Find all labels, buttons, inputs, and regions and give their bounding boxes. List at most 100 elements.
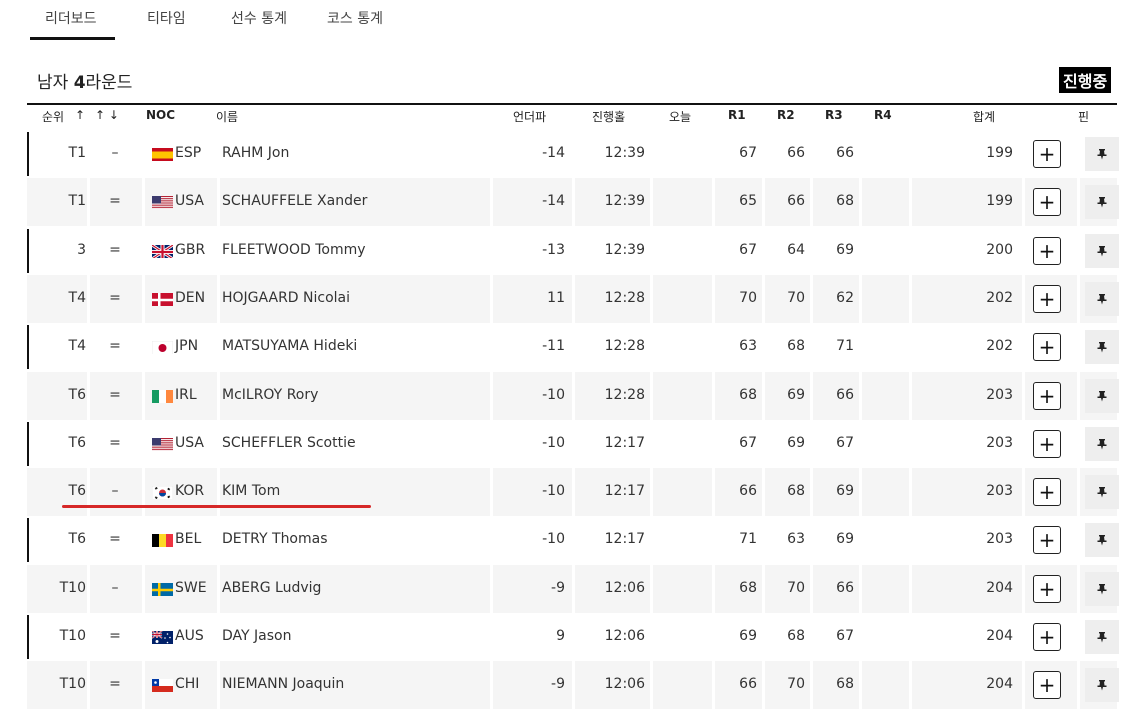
tab-course-stats[interactable]: 코스 통계 bbox=[327, 8, 383, 28]
header-r1[interactable]: R1 bbox=[728, 108, 746, 122]
pin-button[interactable] bbox=[1085, 185, 1119, 220]
column-divider bbox=[1022, 564, 1025, 613]
header-rank[interactable]: 순위 bbox=[42, 108, 64, 125]
total-cell: 204 bbox=[986, 676, 1013, 693]
total-cell: 199 bbox=[986, 193, 1013, 210]
expand-player-button[interactable]: + bbox=[1033, 574, 1061, 603]
table-row[interactable]: T10 = AUS DAY Jason 9 12:06 69 68 67 204 + bbox=[27, 613, 1119, 661]
pin-button[interactable] bbox=[1085, 330, 1119, 365]
pin-button[interactable] bbox=[1085, 281, 1119, 316]
expand-player-button[interactable]: + bbox=[1033, 381, 1061, 410]
table-row[interactable]: 3 = GBR FLEETWOOD Tommy -13 12:39 67 64 69 200 + bbox=[27, 227, 1119, 275]
tab-leaderboard[interactable]: 리더보드 bbox=[45, 8, 97, 28]
flag-chi-icon bbox=[152, 678, 173, 693]
pin-button[interactable] bbox=[1085, 523, 1119, 558]
table-row[interactable]: T4 = DEN HOJGAARD Nicolai 11 12:28 70 70 62 202 + bbox=[27, 274, 1119, 323]
header-r2[interactable]: R2 bbox=[777, 108, 795, 122]
column-divider bbox=[762, 468, 765, 517]
pin-button[interactable] bbox=[1085, 620, 1119, 654]
table-row[interactable]: T6 – KOR KIM Tom -10 12:17 66 68 69 203 + bbox=[27, 468, 1119, 517]
r3-cell: 69 bbox=[836, 241, 854, 258]
expand-player-button[interactable]: + bbox=[1033, 333, 1061, 362]
header-today[interactable]: 오늘 bbox=[669, 108, 691, 125]
column-divider bbox=[712, 178, 715, 227]
position-change-cell: = bbox=[109, 289, 121, 306]
table-row[interactable]: T6 = BEL DETRY Thomas -10 12:17 71 63 69 203 + bbox=[27, 516, 1119, 564]
column-divider bbox=[142, 468, 145, 517]
player-name-cell: FLEETWOOD Tommy bbox=[222, 241, 366, 258]
rank-cell: T6 bbox=[68, 434, 86, 451]
pin-button[interactable] bbox=[1085, 668, 1119, 703]
row-left-border bbox=[27, 518, 29, 563]
expand-player-button[interactable]: + bbox=[1033, 140, 1061, 168]
column-divider bbox=[650, 274, 653, 323]
pin-button[interactable] bbox=[1085, 571, 1119, 606]
pin-button[interactable] bbox=[1085, 233, 1119, 268]
column-divider bbox=[810, 661, 813, 710]
sort-up-icon[interactable]: ↑ bbox=[75, 108, 85, 122]
pin-button[interactable] bbox=[1085, 137, 1119, 171]
expand-player-button[interactable]: + bbox=[1033, 623, 1061, 651]
tab-tee-times[interactable]: 티타임 bbox=[147, 8, 186, 28]
player-name-cell: HOJGAARD Nicolai bbox=[222, 289, 351, 306]
expand-player-button[interactable]: + bbox=[1033, 478, 1061, 507]
round-title: 남자 4라운드 bbox=[37, 73, 133, 93]
column-divider bbox=[859, 661, 862, 710]
pin-icon bbox=[1097, 487, 1107, 498]
expand-player-button[interactable]: + bbox=[1033, 236, 1061, 265]
pin-button[interactable] bbox=[1085, 378, 1119, 413]
header-thru[interactable]: 진행홀 bbox=[592, 108, 625, 125]
table-row[interactable]: T10 – SWE ABERG Ludvig -9 12:06 68 70 66 204 + bbox=[27, 564, 1119, 613]
column-divider bbox=[217, 178, 220, 227]
noc-cell: AUS bbox=[175, 628, 204, 644]
column-divider bbox=[490, 274, 493, 323]
column-divider bbox=[87, 178, 90, 227]
thru-cell: 12:06 bbox=[604, 628, 645, 644]
position-change-cell: – bbox=[111, 483, 119, 500]
table-row[interactable]: T10 = CHI NIEMANN Joaquin -9 12:06 66 70 68 204 + bbox=[27, 661, 1119, 710]
expand-player-button[interactable]: + bbox=[1033, 188, 1061, 217]
r2-cell: 66 bbox=[787, 145, 805, 161]
row-left-border bbox=[27, 132, 29, 176]
column-divider bbox=[142, 371, 145, 420]
column-divider bbox=[1077, 661, 1080, 710]
rank-cell: T10 bbox=[59, 676, 86, 693]
expand-player-button[interactable]: + bbox=[1033, 284, 1061, 313]
pin-button[interactable] bbox=[1085, 426, 1119, 461]
flag-usa-icon bbox=[152, 437, 173, 451]
table-row[interactable]: T6 = IRL McILROY Rory -10 12:28 68 69 66 203 + bbox=[27, 371, 1119, 420]
player-name-cell: ABERG Ludvig bbox=[222, 579, 322, 596]
header-r3[interactable]: R3 bbox=[825, 108, 843, 122]
row-left-border bbox=[27, 615, 29, 659]
expand-player-button[interactable]: + bbox=[1033, 429, 1061, 458]
column-divider bbox=[859, 274, 862, 323]
noc-cell: BEL bbox=[175, 531, 202, 548]
expand-player-button[interactable]: + bbox=[1033, 526, 1061, 555]
column-divider bbox=[87, 468, 90, 517]
total-cell: 202 bbox=[986, 338, 1013, 355]
player-name-cell: DAY Jason bbox=[222, 628, 292, 644]
column-divider bbox=[87, 564, 90, 613]
column-divider bbox=[650, 178, 653, 227]
header-noc[interactable]: NOC bbox=[146, 108, 175, 122]
table-row[interactable]: T1 – ESP RAHM Jon -14 12:39 67 66 66 199 + bbox=[27, 130, 1119, 178]
expand-player-button[interactable]: + bbox=[1033, 671, 1061, 700]
column-divider bbox=[572, 274, 575, 323]
r1-cell: 68 bbox=[739, 579, 757, 596]
header-name[interactable]: 이름 bbox=[216, 108, 238, 125]
header-to-par[interactable]: 언더파 bbox=[513, 108, 546, 125]
table-row[interactable]: T1 = USA SCHAUFFELE Xander -14 12:39 65 66 68 199… bbox=[27, 178, 1119, 227]
table-row[interactable]: T4 = JPN MATSUYAMA Hideki -11 12:28 63 68 71 202 + bbox=[27, 323, 1119, 371]
sort-change-icon[interactable]: ↑ ↓ bbox=[95, 108, 119, 122]
table-row[interactable]: T6 = USA SCHEFFLER Scottie -10 12:17 67 69 67 203… bbox=[27, 420, 1119, 468]
header-total[interactable]: 합계 bbox=[973, 108, 995, 125]
player-name-cell: KIM Tom bbox=[222, 483, 281, 500]
position-change-cell: = bbox=[109, 386, 121, 403]
column-divider bbox=[572, 468, 575, 517]
rank-cell: T10 bbox=[59, 579, 86, 596]
column-divider bbox=[712, 661, 715, 710]
tab-player-stats[interactable]: 선수 통계 bbox=[231, 8, 287, 28]
header-r4[interactable]: R4 bbox=[874, 108, 892, 122]
pin-button[interactable] bbox=[1085, 475, 1119, 510]
r1-cell: 69 bbox=[739, 628, 757, 644]
